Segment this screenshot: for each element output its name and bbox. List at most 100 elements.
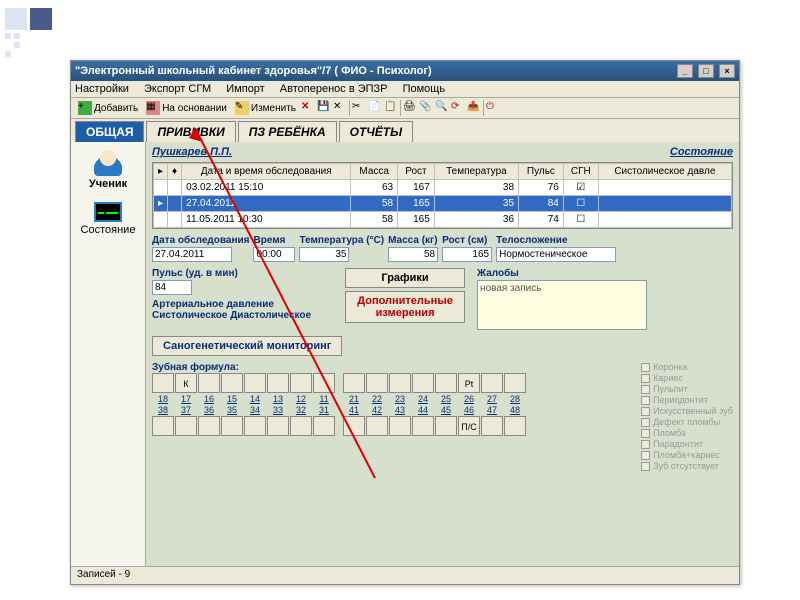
tooth-number[interactable]: 36 <box>198 405 220 415</box>
tooth-number[interactable]: 28 <box>504 394 526 404</box>
tooth-cell[interactable] <box>313 416 335 436</box>
status-header[interactable]: Состояние <box>670 146 733 158</box>
tooth-cell[interactable] <box>313 373 335 393</box>
exit-icon[interactable]: ⏻ <box>486 101 500 115</box>
tooth-cell[interactable] <box>343 373 365 393</box>
temp-field[interactable] <box>299 247 349 262</box>
tooth-cell[interactable] <box>504 416 526 436</box>
tooth-cell[interactable] <box>435 416 457 436</box>
tooth-number[interactable]: 43 <box>389 405 411 415</box>
tooth-number[interactable]: 22 <box>366 394 388 404</box>
tab-pz[interactable]: ПЗ РЕБЁНКА <box>238 121 337 142</box>
based-on-button[interactable]: ▦На основании <box>143 100 230 116</box>
tooth-number[interactable]: 23 <box>389 394 411 404</box>
tooth-number[interactable]: 18 <box>152 394 174 404</box>
tooth-cell[interactable] <box>366 416 388 436</box>
time-field[interactable] <box>253 247 295 262</box>
tooth-cell[interactable]: Pt <box>458 373 480 393</box>
add-button[interactable]: +Добавить <box>75 100 141 116</box>
tooth-cell[interactable] <box>412 416 434 436</box>
complaints-field[interactable]: новая запись <box>477 280 647 330</box>
tooth-number[interactable]: 35 <box>221 405 243 415</box>
tooth-number[interactable]: 42 <box>366 405 388 415</box>
tooth-cell[interactable]: П/С <box>458 416 480 436</box>
tooth-cell[interactable] <box>152 416 174 436</box>
sidebar-state[interactable]: Состояние <box>74 202 142 236</box>
change-button[interactable]: ✎Изменить <box>232 100 299 116</box>
tooth-cell[interactable] <box>389 416 411 436</box>
pupil-name[interactable]: Пушкарев П.П. <box>152 146 232 158</box>
tooth-cell[interactable] <box>504 373 526 393</box>
tooth-number[interactable]: 48 <box>504 405 526 415</box>
refresh-icon[interactable]: ⟳ <box>451 101 465 115</box>
export-icon[interactable]: 📤 <box>467 101 481 115</box>
tooth-number[interactable]: 37 <box>175 405 197 415</box>
tooth-cell[interactable] <box>221 416 243 436</box>
cut-icon[interactable]: ✂ <box>352 101 366 115</box>
tooth-cell[interactable] <box>343 416 365 436</box>
search-icon[interactable]: 🔍 <box>435 101 449 115</box>
extra-button[interactable]: Дополнительные измерения <box>345 291 465 323</box>
tooth-cell[interactable] <box>290 416 312 436</box>
tooth-number[interactable]: 13 <box>267 394 289 404</box>
date-field[interactable] <box>152 247 232 262</box>
tooth-number[interactable]: 25 <box>435 394 457 404</box>
mass-field[interactable] <box>388 247 438 262</box>
menu-export[interactable]: Экспорт СГМ <box>144 83 211 95</box>
tooth-number[interactable]: 34 <box>244 405 266 415</box>
tooth-number[interactable]: 27 <box>481 394 503 404</box>
tab-reports[interactable]: ОТЧЁТЫ <box>339 121 414 142</box>
tooth-number[interactable]: 45 <box>435 405 457 415</box>
tooth-number[interactable]: 11 <box>313 394 335 404</box>
maximize-button[interactable]: □ <box>698 64 714 78</box>
body-field[interactable] <box>496 247 616 262</box>
print-icon[interactable]: 🖨 <box>403 101 417 115</box>
sano-button[interactable]: Саногенетический мониторинг <box>152 336 342 356</box>
tooth-cell[interactable] <box>244 416 266 436</box>
tooth-cell[interactable] <box>366 373 388 393</box>
tooth-number[interactable]: 31 <box>313 405 335 415</box>
close-button[interactable]: × <box>719 64 735 78</box>
tooth-cell[interactable] <box>175 416 197 436</box>
tooth-cell[interactable] <box>267 373 289 393</box>
tooth-cell[interactable] <box>412 373 434 393</box>
menu-help[interactable]: Помощь <box>403 83 446 95</box>
tooth-cell[interactable] <box>198 373 220 393</box>
tooth-cell[interactable] <box>481 416 503 436</box>
tooth-number[interactable]: 15 <box>221 394 243 404</box>
tooth-number[interactable]: 24 <box>412 394 434 404</box>
tooth-cell[interactable] <box>290 373 312 393</box>
tooth-cell[interactable] <box>244 373 266 393</box>
menu-auto[interactable]: Автоперенос в ЭПЗР <box>280 83 388 95</box>
height-field[interactable] <box>442 247 492 262</box>
attach-icon[interactable]: 📎 <box>419 101 433 115</box>
menu-settings[interactable]: Настройки <box>75 83 129 95</box>
sidebar-student[interactable]: Ученик <box>74 148 142 190</box>
table-row[interactable]: 03.02.2011 15:10631673876☑ <box>154 180 732 196</box>
tooth-number[interactable]: 26 <box>458 394 480 404</box>
table-row[interactable]: ▸27.04.2011581653584☐ <box>154 196 732 212</box>
tab-general[interactable]: ОБЩАЯ <box>75 121 144 142</box>
tooth-number[interactable]: 21 <box>343 394 365 404</box>
tooth-number[interactable]: 41 <box>343 405 365 415</box>
tooth-number[interactable]: 38 <box>152 405 174 415</box>
tooth-number[interactable]: 32 <box>290 405 312 415</box>
tooth-number[interactable]: 17 <box>175 394 197 404</box>
tooth-cell[interactable] <box>152 373 174 393</box>
tooth-number[interactable]: 14 <box>244 394 266 404</box>
charts-button[interactable]: Графики <box>345 268 465 288</box>
delete-icon[interactable]: ✕ <box>301 101 315 115</box>
tooth-number[interactable]: 12 <box>290 394 312 404</box>
tooth-cell[interactable] <box>481 373 503 393</box>
tooth-cell[interactable] <box>221 373 243 393</box>
tooth-cell[interactable]: К <box>175 373 197 393</box>
tooth-number[interactable]: 46 <box>458 405 480 415</box>
tab-vaccines[interactable]: ПРИВИВКИ <box>146 121 235 142</box>
copy-icon[interactable]: 📄 <box>368 101 382 115</box>
paste-icon[interactable]: 📋 <box>384 101 398 115</box>
tooth-cell[interactable] <box>267 416 289 436</box>
tooth-cell[interactable] <box>389 373 411 393</box>
tooth-number[interactable]: 44 <box>412 405 434 415</box>
menu-import[interactable]: Импорт <box>226 83 264 95</box>
undo-icon[interactable]: ✕ <box>333 101 347 115</box>
